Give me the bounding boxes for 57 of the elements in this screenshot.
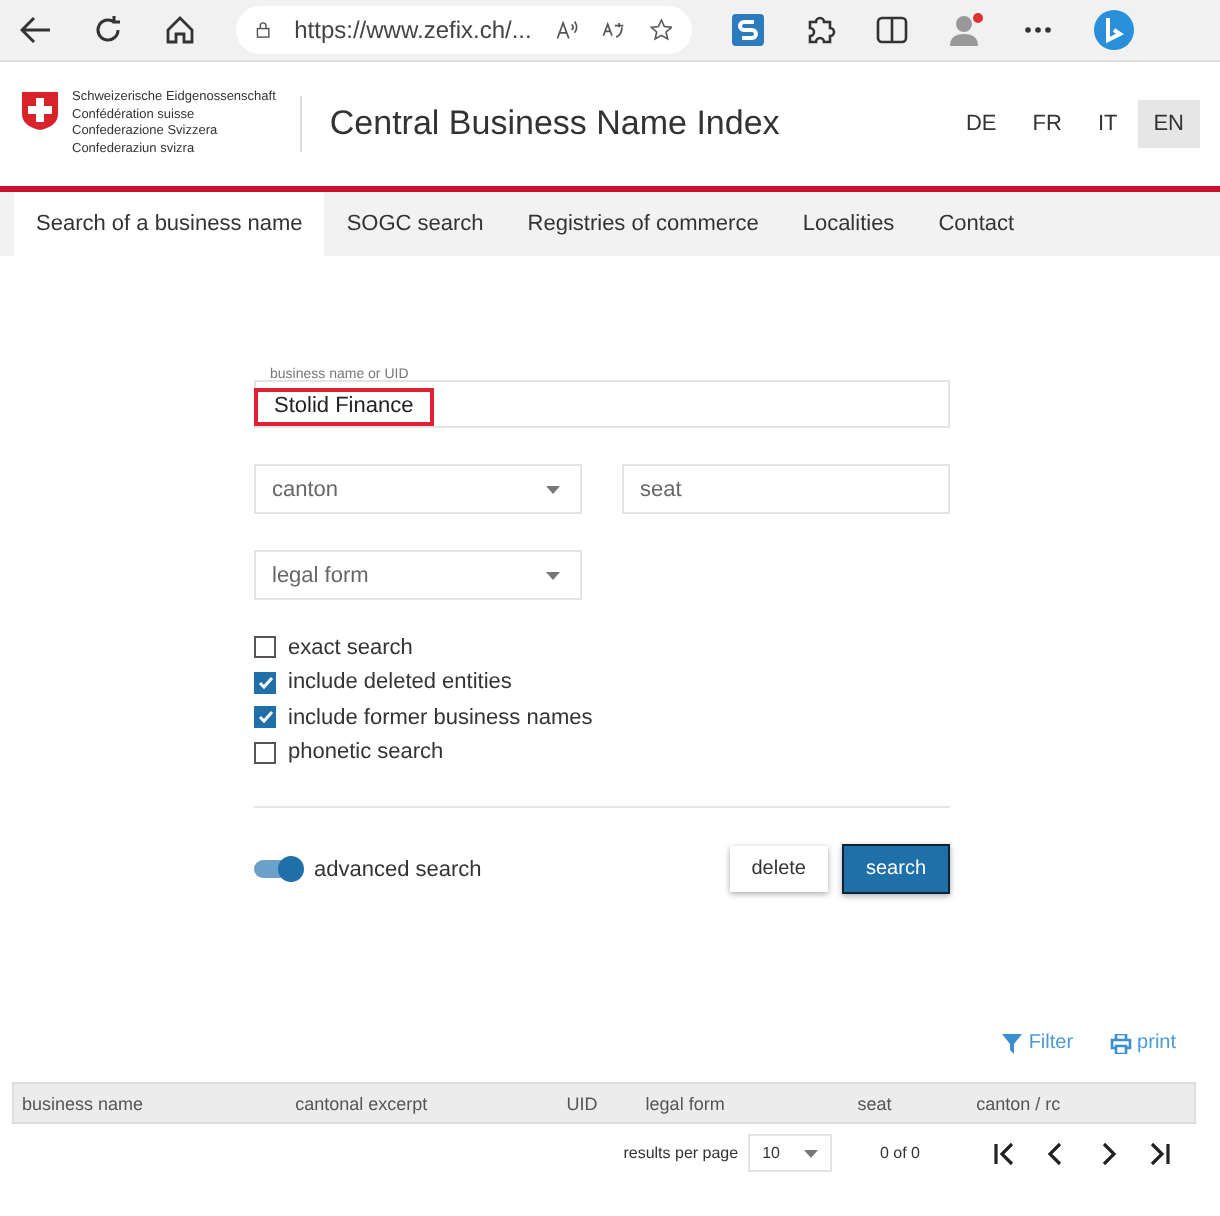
more-icon[interactable] — [1024, 26, 1052, 34]
back-icon[interactable] — [20, 16, 52, 44]
legal-form-dropdown[interactable]: legal form — [254, 550, 582, 600]
address-bar[interactable]: https://www.zefix.ch/... — [236, 6, 692, 54]
caret-icon — [546, 571, 560, 579]
split-screen-icon[interactable] — [876, 16, 908, 44]
column-header[interactable]: cantonal excerpt — [295, 1093, 567, 1113]
checkbox[interactable] — [254, 636, 276, 659]
checkbox[interactable] — [254, 706, 276, 729]
toggle-label: advanced search — [314, 857, 482, 881]
lock-icon — [256, 18, 271, 42]
swiss-cross-icon — [20, 90, 60, 132]
nav-tab[interactable]: SOGC search — [324, 192, 506, 256]
read-aloud-icon[interactable] — [555, 16, 579, 44]
nav-tab[interactable]: Contact — [916, 192, 1037, 256]
nav-tab[interactable]: Search of a business name — [14, 192, 325, 256]
extension-icon[interactable] — [732, 14, 764, 46]
column-header[interactable]: seat — [857, 1093, 977, 1113]
filter-icon — [1002, 1033, 1023, 1053]
search-button[interactable]: search — [841, 844, 950, 894]
language-button[interactable]: DE — [949, 100, 1013, 148]
url-text: https://www.zefix.ch/... — [294, 16, 532, 44]
print-icon — [1109, 1033, 1132, 1053]
checkbox[interactable] — [254, 741, 276, 764]
translate-icon[interactable] — [602, 16, 626, 44]
result-count: 0 of 0 — [879, 1144, 920, 1162]
checkbox-label: include deleted entities — [288, 670, 512, 695]
nav-tab[interactable]: Registries of commerce — [505, 192, 781, 256]
home-icon[interactable] — [164, 14, 196, 46]
site-title: Central Business Name Index — [329, 104, 780, 144]
checkbox-label: include former business names — [288, 705, 593, 730]
profile-icon[interactable] — [948, 12, 984, 48]
column-header[interactable]: UID — [566, 1093, 646, 1113]
nav-tab[interactable]: Localities — [780, 192, 917, 256]
last-page-icon[interactable] — [1148, 1141, 1172, 1165]
checkbox-label: exact search — [288, 635, 413, 660]
first-page-icon[interactable] — [992, 1141, 1016, 1165]
caret-icon — [546, 485, 560, 493]
star-icon[interactable] — [649, 14, 673, 46]
toggle-switch[interactable] — [254, 860, 302, 878]
copilot-icon[interactable] — [1092, 8, 1136, 52]
page-size-dropdown[interactable]: 10 — [748, 1134, 832, 1172]
reload-icon[interactable] — [92, 14, 124, 46]
column-header[interactable]: canton / rc — [976, 1093, 1194, 1113]
checkbox[interactable] — [254, 671, 276, 694]
checkbox-label: phonetic search — [288, 740, 444, 765]
caret-icon — [803, 1149, 818, 1157]
canton-dropdown[interactable]: canton — [254, 464, 582, 514]
language-button[interactable]: EN — [1137, 100, 1200, 148]
seat-field[interactable]: seat — [622, 464, 950, 514]
delete-button[interactable]: delete — [729, 846, 828, 892]
results-per-page-label: results per page — [623, 1144, 739, 1162]
language-button[interactable]: IT — [1081, 100, 1134, 148]
column-header[interactable]: business name — [22, 1093, 296, 1113]
language-button[interactable]: FR — [1016, 100, 1078, 148]
puzzle-icon[interactable] — [804, 14, 836, 46]
column-header[interactable]: legal form — [645, 1093, 858, 1113]
